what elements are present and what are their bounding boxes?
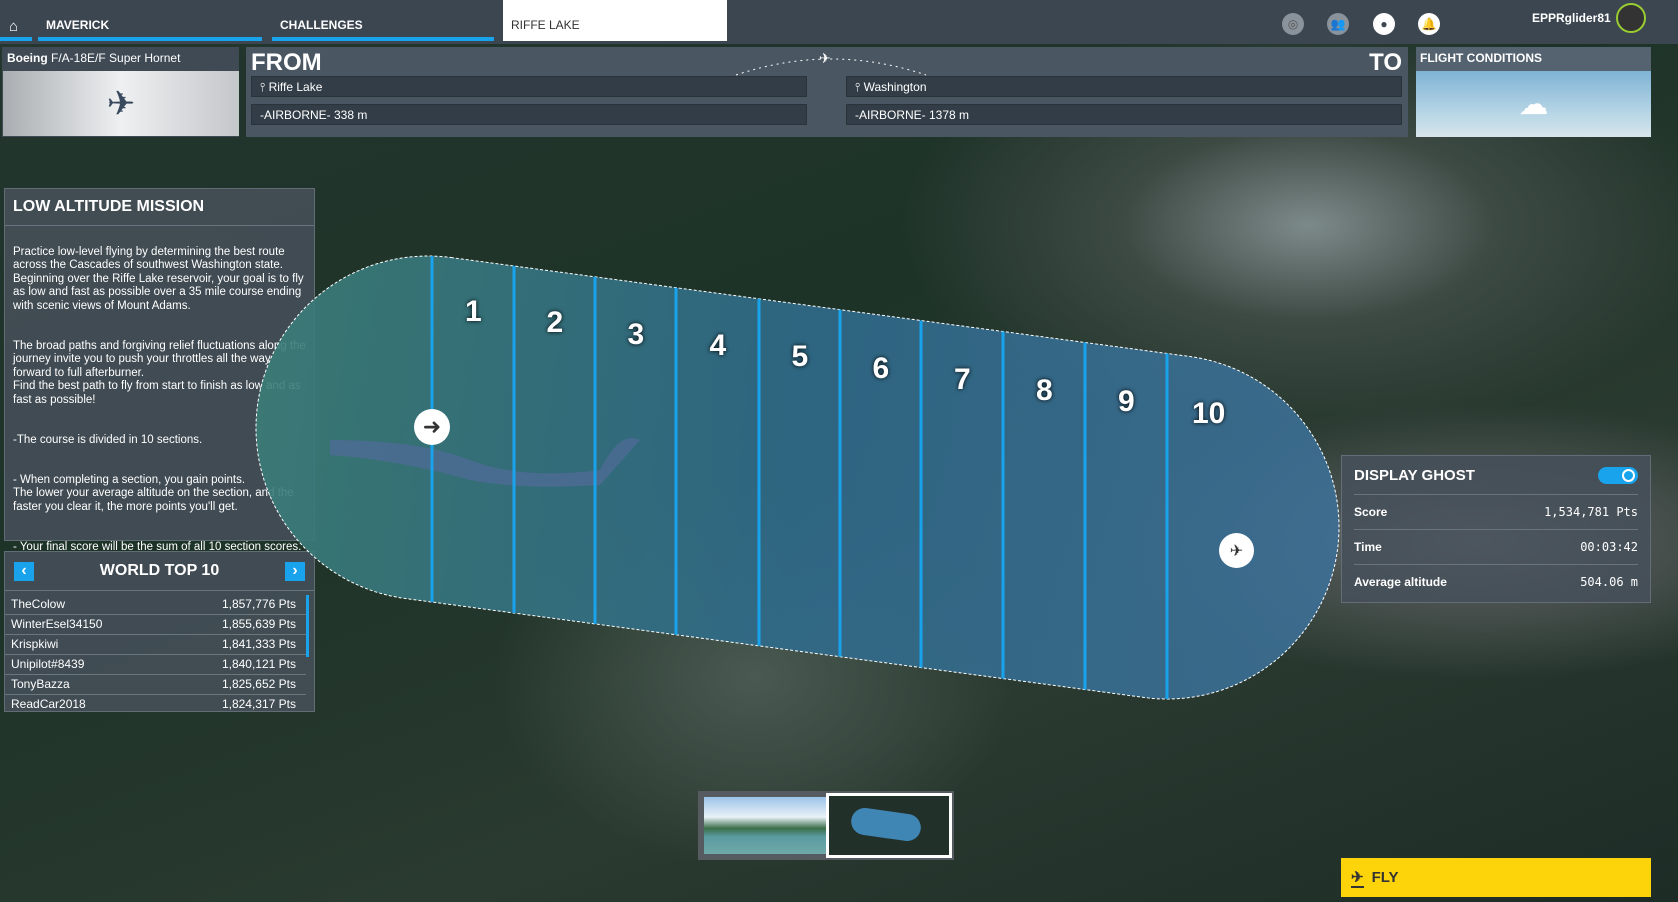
section-number[interactable]: 6 [873,352,890,386]
section-number[interactable]: 2 [547,306,564,340]
section-number[interactable]: 9 [1118,385,1135,419]
time-label: Time [1354,540,1382,554]
takeoff-icon: ✈ [1351,868,1364,888]
thumbnail-strip [698,791,954,860]
start-marker-icon[interactable]: ➜ [414,409,450,445]
ghost-header: DISPLAY GHOST [1342,456,1650,494]
finish-marker-icon[interactable]: ✈ [1219,533,1254,568]
course-map [255,234,1340,720]
altitude-label: Average altitude [1354,575,1447,589]
section-number[interactable]: 7 [954,363,971,397]
score-value: 1,534,781 Pts [1544,505,1638,519]
section-number[interactable]: 8 [1036,374,1053,408]
section-number[interactable]: 3 [628,318,645,352]
altitude-value: 504.06 m [1580,575,1638,589]
score-label: Score [1354,505,1388,519]
ghost-toggle[interactable] [1598,466,1638,484]
ghost-time-row: Time 00:03:42 [1354,529,1638,564]
section-number[interactable]: 1 [465,295,482,329]
fly-button[interactable]: ✈ FLY [1341,858,1651,897]
section-number[interactable]: 10 [1192,397,1225,431]
time-value: 00:03:42 [1580,540,1638,554]
fly-label: FLY [1371,869,1399,886]
thumbnail-scenic[interactable] [704,797,826,854]
ghost-title: DISPLAY GHOST [1354,466,1475,484]
ghost-altitude-row: Average altitude 504.06 m [1354,564,1638,599]
section-number[interactable]: 4 [710,329,727,363]
ghost-score-row: Score 1,534,781 Pts [1354,494,1638,529]
course-area [255,255,1340,700]
section-number[interactable]: 5 [792,340,809,374]
thumbnail-course-map[interactable] [826,793,952,858]
ghost-panel: DISPLAY GHOST Score 1,534,781 Pts Time 00:… [1341,455,1651,603]
